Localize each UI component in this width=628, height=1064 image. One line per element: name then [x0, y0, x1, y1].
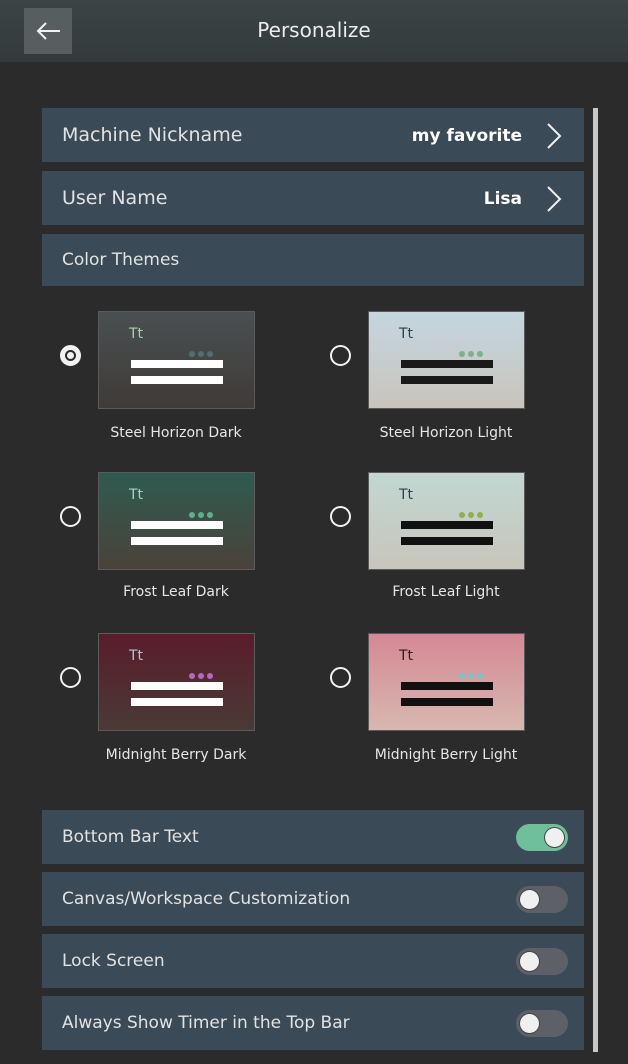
- chevron-right-icon: [547, 186, 562, 212]
- toggle-label: Bottom Bar Text: [62, 827, 199, 847]
- machine-nickname-label: Machine Nickname: [62, 124, 243, 146]
- user-name-value: Lisa: [483, 189, 522, 209]
- toggle-knob: [520, 1014, 539, 1033]
- lock-screen-toggle[interactable]: [516, 948, 568, 975]
- theme-radio-steel-horizon-light[interactable]: [330, 345, 351, 366]
- theme-preview-midnight-berry-dark[interactable]: Tt: [98, 633, 255, 731]
- toggle-label: Canvas/Workspace Customization: [62, 889, 351, 909]
- toggle-label: Lock Screen: [62, 951, 165, 971]
- more-dots-icon: [459, 503, 486, 522]
- machine-nickname-row[interactable]: Machine Nickname my favorite: [42, 108, 584, 162]
- text-style-icon: Tt: [129, 648, 144, 664]
- preview-bar: [401, 376, 493, 384]
- theme-preview-frost-leaf-light[interactable]: Tt: [368, 472, 525, 570]
- preview-bar: [401, 537, 493, 545]
- theme-name: Midnight Berry Dark: [105, 747, 247, 763]
- chevron-right-icon: [547, 123, 562, 149]
- theme-radio-frost-leaf-dark[interactable]: [60, 506, 81, 527]
- preview-bar: [401, 698, 493, 706]
- text-style-icon: Tt: [399, 648, 414, 664]
- top-bar: Personalize: [0, 0, 628, 62]
- toggle-row-canvas-customization: Canvas/Workspace Customization: [42, 872, 584, 926]
- text-style-icon: Tt: [399, 487, 414, 503]
- theme-radio-steel-horizon-dark[interactable]: [60, 345, 81, 366]
- theme-radio-frost-leaf-light[interactable]: [330, 506, 351, 527]
- color-themes-header: Color Themes: [42, 234, 584, 286]
- theme-preview-steel-horizon-dark[interactable]: Tt: [98, 311, 255, 409]
- theme-name: Steel Horizon Dark: [110, 425, 242, 441]
- theme-name: Midnight Berry Light: [374, 747, 518, 763]
- toggle-knob: [520, 952, 539, 971]
- machine-nickname-value: my favorite: [411, 126, 522, 146]
- theme-name: Frost Leaf Light: [392, 584, 500, 600]
- theme-preview-frost-leaf-dark[interactable]: Tt: [98, 472, 255, 570]
- toggle-knob: [520, 890, 539, 909]
- theme-name: Frost Leaf Dark: [123, 584, 229, 600]
- toggle-row-bottom-bar-text: Bottom Bar Text: [42, 810, 584, 864]
- theme-name: Steel Horizon Light: [379, 425, 513, 441]
- text-style-icon: Tt: [129, 487, 144, 503]
- text-style-icon: Tt: [129, 326, 144, 342]
- preview-bar: [131, 537, 223, 545]
- more-dots-icon: [189, 342, 216, 361]
- more-dots-icon: [459, 342, 486, 361]
- preview-bar: [401, 360, 493, 368]
- page-title: Personalize: [257, 18, 371, 42]
- color-themes-label: Color Themes: [62, 250, 180, 270]
- preview-bar: [131, 698, 223, 706]
- preview-bar: [131, 521, 223, 529]
- user-name-row[interactable]: User Name Lisa: [42, 171, 584, 225]
- more-dots-icon: [189, 503, 216, 522]
- canvas-customization-toggle[interactable]: [516, 886, 568, 913]
- theme-preview-midnight-berry-light[interactable]: Tt: [368, 633, 525, 731]
- toggle-knob: [545, 828, 564, 847]
- preview-bar: [401, 682, 493, 690]
- text-style-icon: Tt: [399, 326, 414, 342]
- theme-preview-steel-horizon-light[interactable]: Tt: [368, 311, 525, 409]
- scrollbar[interactable]: [593, 108, 598, 1052]
- toggle-row-lock-screen: Lock Screen: [42, 934, 584, 988]
- more-dots-icon: [459, 664, 486, 683]
- theme-radio-midnight-berry-light[interactable]: [330, 667, 351, 688]
- toggle-label: Always Show Timer in the Top Bar: [62, 1013, 350, 1033]
- toggle-row-show-timer: Always Show Timer in the Top Bar: [42, 996, 584, 1050]
- preview-bar: [131, 376, 223, 384]
- theme-radio-midnight-berry-dark[interactable]: [60, 667, 81, 688]
- preview-bar: [401, 521, 493, 529]
- more-dots-icon: [189, 664, 216, 683]
- preview-bar: [131, 682, 223, 690]
- preview-bar: [131, 360, 223, 368]
- user-name-label: User Name: [62, 187, 168, 209]
- show-timer-toggle[interactable]: [516, 1010, 568, 1037]
- bottom-bar-text-toggle[interactable]: [516, 824, 568, 851]
